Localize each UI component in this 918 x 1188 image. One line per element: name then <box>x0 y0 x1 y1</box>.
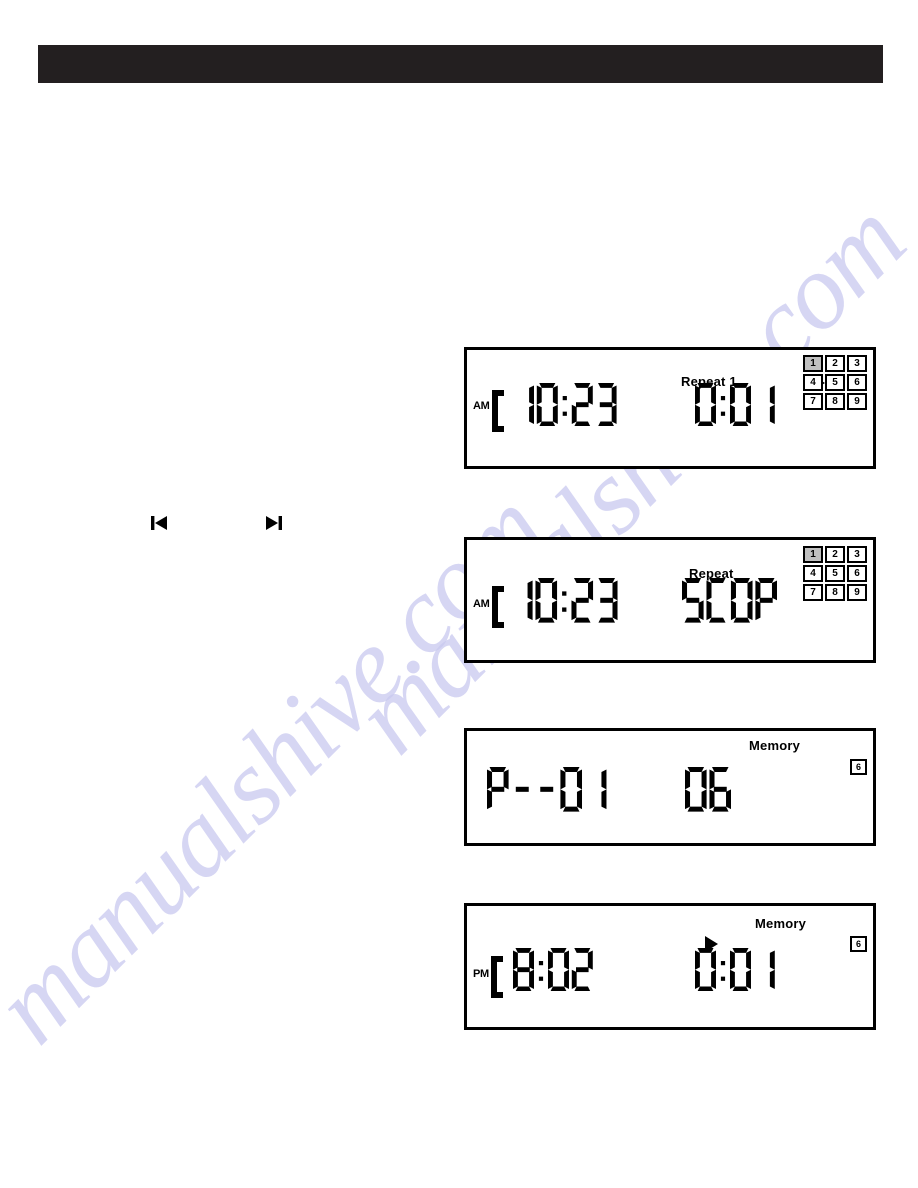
track-number-cell: 9 <box>847 393 867 410</box>
lcd-clock-readout <box>513 383 617 431</box>
lcd-clock-readout <box>487 767 607 817</box>
track-number-cell: 3 <box>847 355 867 372</box>
track-number-grid: 123 456 789 <box>803 355 867 410</box>
lcd-bracket-segment <box>489 954 505 1005</box>
memory-track-indicator: 6 <box>850 759 867 775</box>
track-number-cell: 1 <box>803 355 823 372</box>
ampm-indicator: PM <box>473 968 489 980</box>
track-number-cell: 4 <box>803 374 823 391</box>
track-number-cell: 7 <box>803 584 823 601</box>
watermark-text: manualshive.com <box>331 180 918 776</box>
track-number-cell: 8 <box>825 584 845 601</box>
track-number-cell: 6 <box>847 565 867 582</box>
display-memory-playing: Memory PM 6 <box>467 906 873 1027</box>
ampm-indicator: AM <box>473 400 490 412</box>
status-indicator-label: Memory <box>755 916 807 931</box>
track-number-cell: 5 <box>825 565 845 582</box>
track-number-cell: 8 <box>825 393 845 410</box>
lcd-clock-readout <box>511 578 618 628</box>
lcd-bracket-segment <box>490 584 506 635</box>
lcd-secondary-readout <box>685 767 732 817</box>
track-number-cell: 3 <box>847 546 867 563</box>
ampm-indicator: AM <box>473 598 490 610</box>
track-number-cell: 4 <box>803 565 823 582</box>
display-repeat-stop: Repeat AM 1 2 3 4 5 6 7 8 9 <box>467 540 873 660</box>
lcd-bracket-segment <box>490 388 506 439</box>
track-number-cell: 2 <box>825 546 845 563</box>
skip-forward-icon[interactable] <box>263 512 285 539</box>
page-header-bar <box>38 45 883 83</box>
memory-track-indicator: 6 <box>850 936 867 952</box>
lcd-display-panel: Repeat AM 1 2 3 4 5 6 7 8 9 <box>464 537 876 663</box>
skip-back-icon[interactable] <box>148 512 170 539</box>
lcd-display-panel: Repeat 1 AM 1 2 3 4 5 6 7 8 9 <box>464 347 876 469</box>
lcd-clock-readout <box>513 948 593 996</box>
track-number-cell: 5 <box>825 374 845 391</box>
display-repeat-one-playing: Repeat 1 AM 1 2 3 4 5 6 7 8 9 <box>467 350 873 466</box>
lcd-secondary-readout <box>682 578 778 628</box>
track-number-cell: 7 <box>803 393 823 410</box>
display-memory-program: Memory 6 <box>467 731 873 843</box>
transport-controls <box>148 512 293 536</box>
lcd-secondary-readout <box>695 948 775 996</box>
track-number-grid: 123 456 789 <box>803 546 867 601</box>
track-number-cell: 2 <box>825 355 845 372</box>
track-number-cell: 6 <box>847 374 867 391</box>
lcd-display-panel: Memory 6 <box>464 728 876 846</box>
status-indicator-label: Memory <box>749 738 801 753</box>
lcd-secondary-readout <box>695 383 775 431</box>
lcd-display-panel: Memory PM 6 <box>464 903 876 1030</box>
track-number-cell: 9 <box>847 584 867 601</box>
track-number-cell: 1 <box>803 546 823 563</box>
